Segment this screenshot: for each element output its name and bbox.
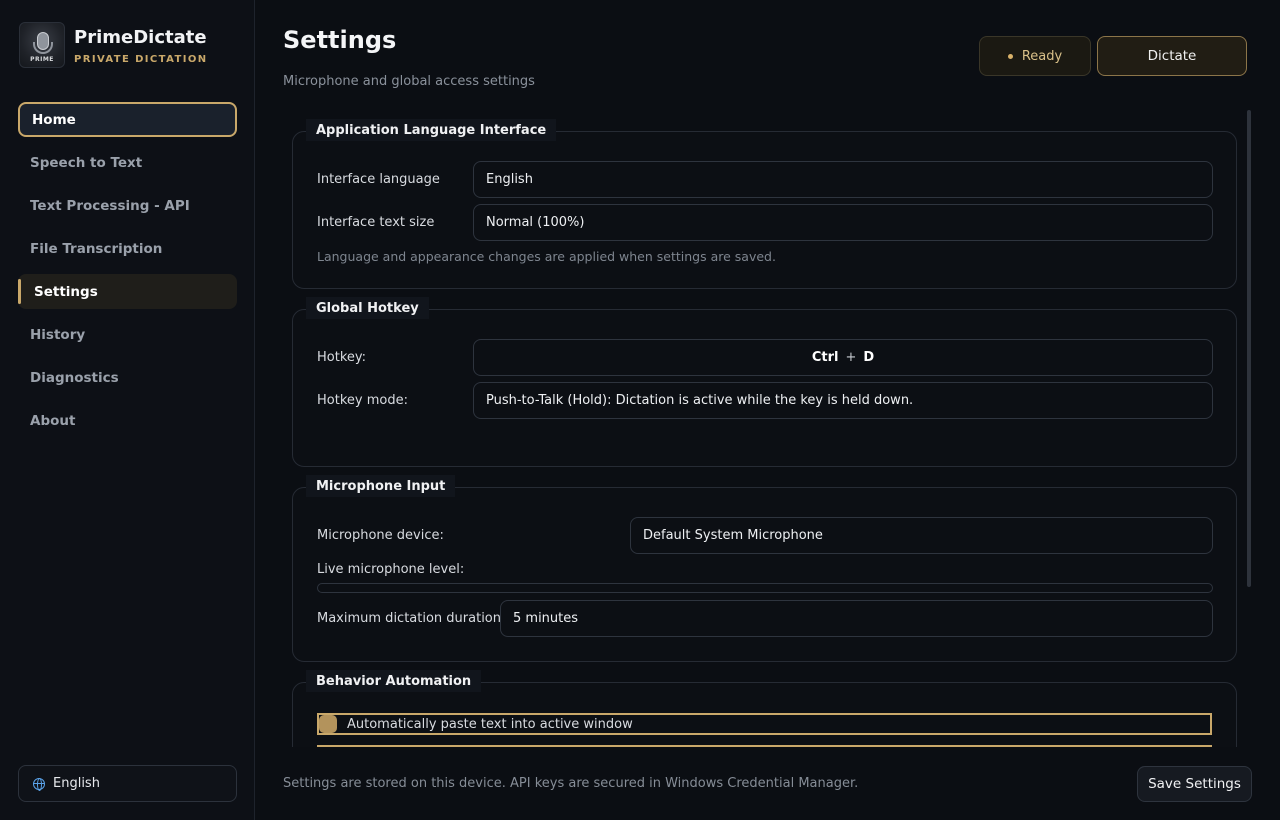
save-settings-button[interactable]: Save Settings (1137, 766, 1252, 802)
section-microphone-input: Microphone Input Microphone device: Defa… (292, 475, 1237, 662)
microphone-device-select[interactable]: Default System Microphone (630, 517, 1213, 554)
status-dot-icon (1007, 53, 1013, 59)
section-title: Global Hotkey (306, 297, 429, 319)
microphone-level-label: Live microphone level: (317, 562, 465, 577)
logo-text: PRIME (30, 56, 54, 63)
sidebar-item-diagnostics[interactable]: Diagnostics (18, 360, 237, 395)
sidebar-item-about[interactable]: About (18, 403, 237, 438)
language-button-label: English (53, 776, 100, 791)
section-application-language: Application Language Interface Interface… (292, 119, 1237, 289)
main-content: Settings Microphone and global access se… (255, 0, 1280, 820)
language-hint: Language and appearance changes are appl… (317, 249, 776, 264)
page-title: Settings (283, 26, 397, 54)
text-size-label: Interface text size (317, 215, 435, 230)
section-behavior-automation: Behavior Automation Automatically paste … (292, 670, 1237, 747)
status-label: Ready (1021, 48, 1063, 64)
status-button[interactable]: Ready (979, 36, 1091, 76)
app-subtitle: PRIVATE DICTATION (74, 53, 208, 65)
hotkey-input[interactable]: Ctrl + D (473, 339, 1213, 376)
app-name: PrimeDictate (74, 26, 207, 48)
interface-language-select[interactable]: English (473, 161, 1213, 198)
settings-scroll-area[interactable]: Application Language Interface Interface… (283, 108, 1249, 747)
settings-scrollbar[interactable] (1247, 110, 1251, 587)
language-button[interactable]: English (18, 765, 237, 802)
sidebar-item-speech-to-text[interactable]: Speech to Text (18, 145, 237, 180)
behavior-checkbox-row[interactable] (317, 745, 1212, 747)
section-title: Application Language Interface (306, 119, 557, 141)
hotkey-key-d: D (863, 350, 875, 365)
text-size-select[interactable]: Normal (100%) (473, 204, 1213, 241)
brand: PRIME PrimeDictate PRIVATE DICTATION (19, 22, 208, 68)
section-title: Behavior Automation (306, 670, 482, 692)
sidebar-item-file-transcription[interactable]: File Transcription (18, 231, 237, 266)
sidebar-item-text-processing[interactable]: Text Processing - API (18, 188, 237, 223)
hotkey-plus: + (845, 350, 857, 365)
dictation-duration-select[interactable]: 5 minutes (500, 600, 1213, 637)
hotkey-label: Hotkey: (317, 350, 367, 365)
section-global-hotkey: Global Hotkey Hotkey: Ctrl + D Hotkey mo… (292, 297, 1237, 467)
microphone-device-label: Microphone device: (317, 528, 444, 543)
hotkey-key-ctrl: Ctrl (811, 350, 839, 365)
section-title: Microphone Input (306, 475, 456, 497)
sidebar-nav: Home Speech to Text Text Processing - AP… (18, 102, 237, 446)
interface-language-label: Interface language (317, 172, 440, 187)
globe-icon (33, 777, 45, 791)
auto-paste-label: Automatically paste text into active win… (347, 716, 633, 732)
auto-paste-checkbox[interactable] (319, 715, 337, 733)
sidebar: PRIME PrimeDictate PRIVATE DICTATION Hom… (0, 0, 255, 820)
app-window: PRIME PrimeDictate PRIVATE DICTATION Hom… (0, 0, 1280, 820)
sidebar-item-history[interactable]: History (18, 317, 237, 352)
hotkey-mode-label: Hotkey mode: (317, 393, 408, 408)
dictation-duration-label: Maximum dictation duration: (317, 611, 506, 626)
footer-note: Settings are stored on this device. API … (283, 776, 859, 791)
microphone-level-meter (317, 583, 1213, 593)
hotkey-mode-select[interactable]: Push-to-Talk (Hold): Dictation is active… (473, 382, 1213, 419)
page-subtitle: Microphone and global access settings (283, 74, 535, 89)
sidebar-item-home[interactable]: Home (18, 102, 237, 137)
microphone-logo-icon: PRIME (19, 22, 65, 68)
sidebar-item-settings[interactable]: Settings (18, 274, 237, 309)
dictate-button[interactable]: Dictate (1097, 36, 1247, 76)
auto-paste-checkbox-row[interactable]: Automatically paste text into active win… (317, 713, 1212, 735)
